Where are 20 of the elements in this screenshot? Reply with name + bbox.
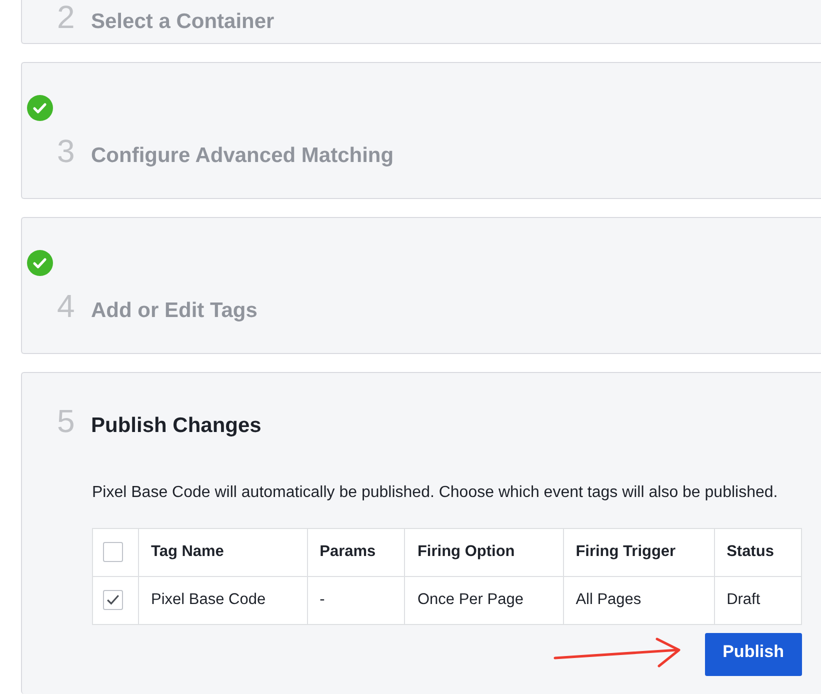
- column-header: Params: [307, 528, 405, 576]
- column-header: Firing Option: [404, 528, 564, 576]
- publish-button[interactable]: Publish: [704, 632, 802, 676]
- table-cell: Once Per Page: [404, 576, 564, 624]
- checkbox[interactable]: [103, 542, 123, 562]
- column-header: Tag Name: [138, 528, 308, 576]
- table-cell: -: [307, 576, 405, 624]
- check-icon: [26, 94, 54, 122]
- column-header: Status: [714, 528, 802, 576]
- table-cell: Pixel Base Code: [138, 576, 308, 624]
- checkbox[interactable]: [103, 590, 123, 610]
- step-title: Add or Edit Tags: [91, 298, 258, 324]
- step-title: Select a Container: [91, 9, 274, 35]
- step-title: Publish Changes: [91, 413, 262, 439]
- table-cell: All Pages: [563, 576, 714, 624]
- description: Pixel Base Code will automatically be published. Choose which event tags will also be published.: [92, 482, 779, 502]
- table-cell: Draft: [714, 576, 802, 624]
- check-icon: [26, 249, 54, 277]
- column-header: Firing Trigger: [563, 528, 714, 576]
- step-title: Configure Advanced Matching: [91, 143, 394, 169]
